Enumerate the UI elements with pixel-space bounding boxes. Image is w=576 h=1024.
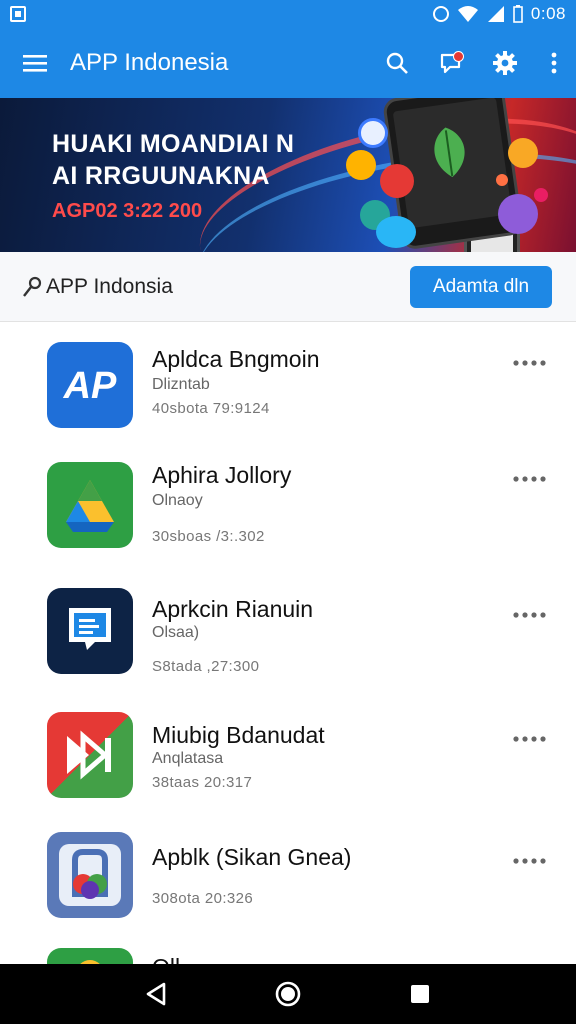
section-title: APP Indonsia: [46, 274, 173, 298]
overflow-menu-button[interactable]: [532, 28, 576, 98]
alarm-icon: [432, 6, 449, 22]
app-name: Aphira Jollory: [152, 462, 292, 488]
more-options-button[interactable]: [508, 724, 552, 754]
app-name: Apblk (Sikan Gnea): [152, 844, 352, 870]
notification-badge: [453, 51, 464, 62]
notification-icon: [10, 6, 26, 22]
app-bubble-icon: [496, 174, 508, 186]
search-button[interactable]: [370, 28, 424, 98]
promo-banner[interactable]: HUAKI MOANDIAI N AI RRGUUNAKNA AGP02 3:2…: [0, 98, 576, 252]
more-options-button[interactable]: [508, 464, 552, 494]
app-subtitle: Olnaoy: [152, 492, 203, 509]
app-bubble-icon: [534, 188, 548, 202]
app-list-item[interactable]: Aphira Jollory Olnaoy 30sboas /3:.302: [0, 452, 576, 580]
banner-headline-2: AI RRGUUNAKNA: [52, 162, 270, 190]
more-horizontal-icon: [513, 476, 546, 482]
app-list-item[interactable]: Aprkcin Rianuin Olsaa) S8tada ,27:300: [0, 580, 576, 704]
app-list-item[interactable]: Apblk (Sikan Gnea) 308ota 20:326: [0, 824, 576, 944]
more-options-button[interactable]: [508, 846, 552, 876]
banner-date: AGP02 3:22 200: [52, 200, 203, 222]
home-button[interactable]: [258, 964, 318, 1024]
app-bubble-icon: [346, 150, 376, 180]
menu-button[interactable]: [0, 28, 70, 98]
leaf-graphic-icon: [434, 127, 465, 177]
play-arrows-icon: [47, 712, 133, 798]
chat-document-icon: [47, 588, 133, 674]
recents-square-icon: [411, 985, 429, 1003]
app-name: Apldca Bngmoin: [152, 346, 320, 372]
ap-letter-icon: AP: [47, 342, 133, 428]
back-button[interactable]: [126, 964, 186, 1024]
search-icon: [386, 52, 408, 74]
app-bubble-icon: [508, 138, 538, 168]
notifications-button[interactable]: [424, 28, 478, 98]
battery-icon: [513, 5, 523, 23]
screen: 0:08 APP Indonesia HUAKI MOANDIAI N AI R…: [0, 0, 576, 1024]
app-bar: APP Indonesia: [0, 28, 576, 98]
more-horizontal-icon: [513, 360, 546, 366]
app-meta: 40sbota 79:9124: [152, 400, 270, 417]
app-bubble-icon: [358, 118, 388, 148]
status-time: 0:08: [530, 4, 566, 23]
bag-circle-icon: [47, 832, 133, 918]
more-options-button[interactable]: [508, 348, 552, 378]
app-bubble-icon: [498, 194, 538, 234]
more-options-button[interactable]: [508, 600, 552, 630]
app-subtitle: Anqlatasa: [152, 750, 224, 767]
wifi-icon: [457, 6, 478, 22]
triangle-drive-icon: [47, 462, 133, 548]
home-circle-icon: [275, 981, 301, 1007]
app-bubble-icon: [376, 216, 416, 248]
section-header: APP Indonsia Adamta dln: [0, 252, 576, 322]
more-horizontal-icon: [513, 858, 546, 864]
green-app-icon: [47, 948, 133, 964]
app-subtitle: Dlizntab: [152, 376, 210, 393]
app-list-item[interactable]: Miubig Bdanudat Anqlatasa 38taas 20:317: [0, 704, 576, 824]
app-title: APP Indonesia: [70, 49, 229, 76]
more-vertical-icon: [551, 52, 557, 74]
back-triangle-icon: [146, 982, 166, 1006]
gear-icon: [493, 51, 517, 75]
banner-text: HUAKI MOANDIAI N AI RRGUUNAKNA AGP02 3:2…: [52, 128, 352, 226]
recents-button[interactable]: [390, 964, 450, 1024]
app-name: Oll..: [152, 954, 193, 964]
add-app-button[interactable]: Adamta dln: [410, 265, 552, 308]
app-bubble-icon: [380, 164, 414, 198]
settings-button[interactable]: [478, 28, 532, 98]
app-name: Aprkcin Rianuin: [152, 596, 314, 622]
app-list-item[interactable]: Oll..: [0, 944, 576, 964]
navigation-bar: [0, 964, 576, 1024]
app-name: Miubig Bdanudat: [152, 722, 325, 748]
app-meta: S8tada ,27:300: [152, 658, 260, 675]
app-list: AP Apldca Bngmoin Dlizntab 40sbota 79:91…: [0, 322, 576, 964]
svg-text:AP: AP: [63, 365, 117, 407]
banner-headline-1: HUAKI MOANDIAI N: [52, 130, 295, 158]
status-bar: 0:08: [0, 0, 576, 28]
app-list-item[interactable]: AP Apldca Bngmoin Dlizntab 40sbota 79:91…: [0, 322, 576, 452]
signal-icon: [487, 6, 504, 22]
more-horizontal-icon: [513, 736, 546, 742]
app-meta: 38taas 20:317: [152, 774, 253, 791]
app-subtitle: Olsaa): [152, 624, 200, 641]
app-meta: 30sboas /3:.302: [152, 528, 265, 545]
pin-icon: [20, 275, 44, 299]
more-horizontal-icon: [513, 612, 546, 618]
hamburger-menu-icon: [23, 55, 47, 72]
app-meta: 308ota 20:326: [152, 890, 254, 907]
